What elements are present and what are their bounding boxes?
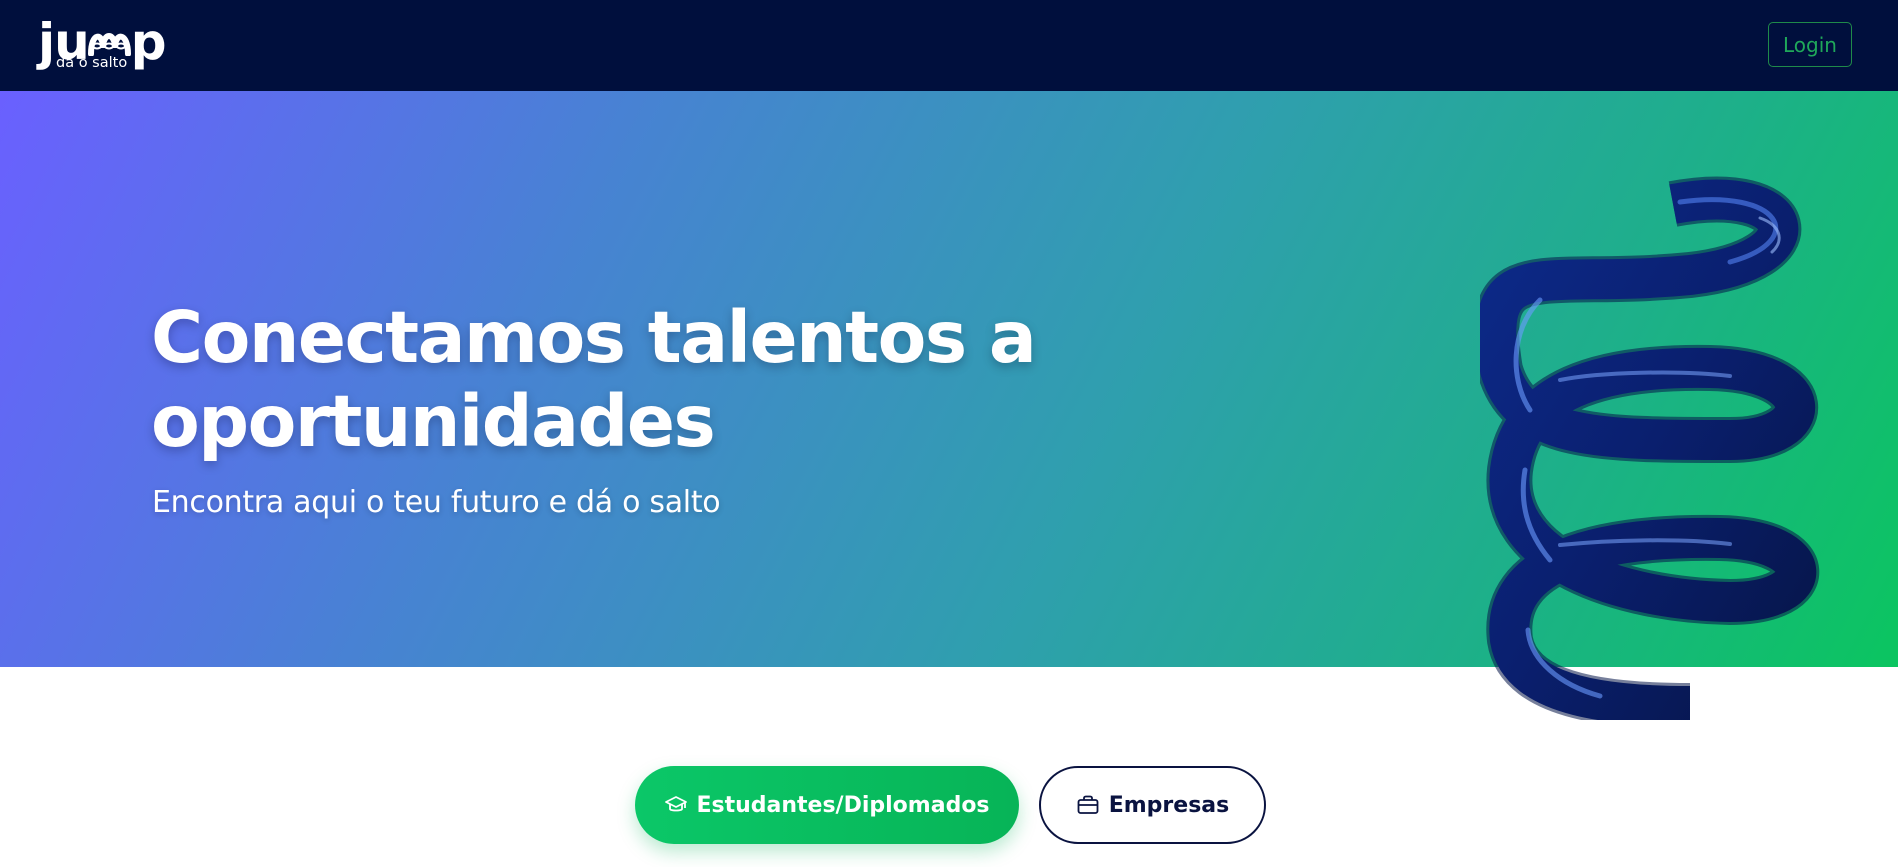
briefcase-icon <box>1076 793 1100 817</box>
companies-button[interactable]: Empresas <box>1039 766 1266 844</box>
logo-spring-glyph <box>87 33 131 56</box>
jump-logo[interactable]: ju p dá o salto <box>38 14 167 74</box>
logo-tagline: dá o salto <box>56 55 128 71</box>
hero-subtitle: Encontra aqui o teu futuro e dá o salto <box>152 485 721 520</box>
companies-button-label: Empresas <box>1108 792 1230 818</box>
graduation-cap-icon <box>664 793 688 817</box>
hero-title: Conectamos talentos a oportunidades <box>151 296 1037 463</box>
students-button-label: Estudantes/Diplomados <box>696 792 990 818</box>
top-navbar: ju p dá o salto Login <box>0 0 1898 91</box>
login-button[interactable]: Login <box>1768 22 1852 67</box>
spring-illustration <box>1480 176 1820 720</box>
students-button[interactable]: Estudantes/Diplomados <box>635 766 1019 844</box>
cta-buttons: Estudantes/Diplomados Empresas <box>0 766 1898 844</box>
